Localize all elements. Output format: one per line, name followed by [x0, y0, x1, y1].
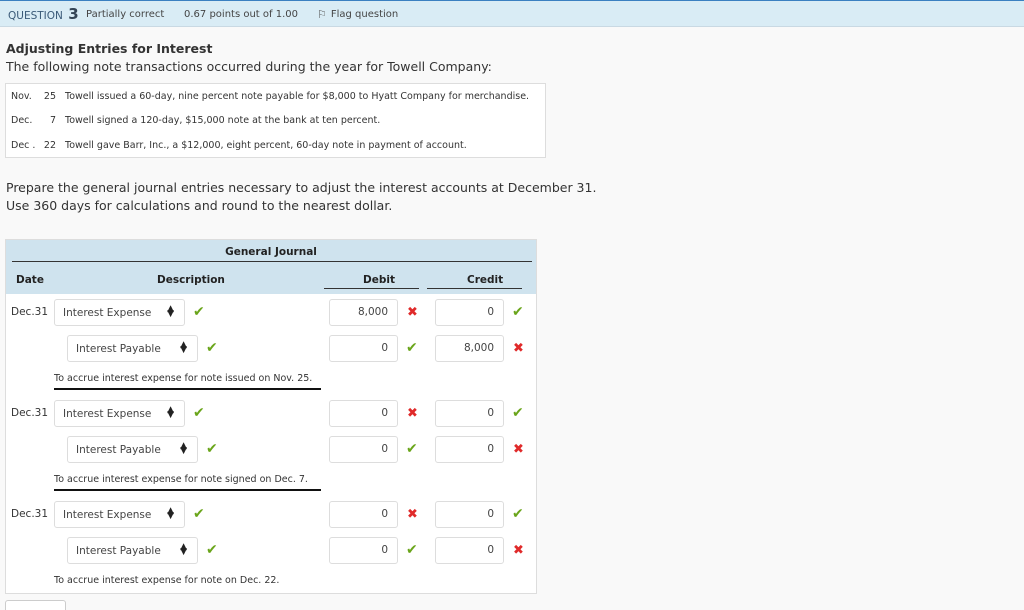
select-arrows-icon: ▲ ▼: [180, 542, 187, 557]
correct-check-icon: ✔: [406, 542, 418, 558]
debit-rule: [324, 288, 419, 289]
account-select-debit[interactable]: Interest Expense ▲ ▼: [54, 400, 185, 427]
credit-rule: [427, 288, 522, 289]
account-select-credit[interactable]: Interest Payable ▲ ▼: [67, 537, 198, 564]
account-select-credit[interactable]: Interest Payable ▲ ▼: [67, 335, 198, 362]
entry-memo: To accrue interest expense for note on D…: [54, 575, 280, 586]
incorrect-x-icon: ✖: [407, 305, 418, 320]
correct-check-icon: ✔: [193, 506, 205, 522]
correct-check-icon: ✔: [406, 340, 418, 356]
note-text: Towell gave Barr, Inc., a $12,000, eight…: [65, 140, 467, 151]
account-select-value: Interest Payable: [76, 443, 161, 456]
credit-input[interactable]: 0: [435, 299, 504, 326]
debit-input[interactable]: 0: [329, 501, 398, 528]
general-journal: General Journal Date Description Debit C…: [5, 239, 537, 594]
select-arrows-icon: ▲ ▼: [167, 304, 174, 319]
account-select-debit[interactable]: Interest Expense ▲ ▼: [54, 501, 185, 528]
account-select-value: Interest Expense: [63, 508, 152, 521]
column-date: Date: [16, 274, 44, 286]
question-label-text: QUESTION: [8, 10, 63, 22]
column-debit: Debit: [363, 274, 395, 286]
journal-header: General Journal Date Description Debit C…: [6, 240, 536, 294]
entry-separator: [54, 489, 321, 491]
note-text: Towell issued a 60-day, nine percent not…: [65, 91, 530, 102]
journal-title: General Journal: [225, 246, 317, 258]
incorrect-x-icon: ✖: [407, 406, 418, 421]
journal-title-rule: [12, 261, 532, 262]
correct-check-icon: ✔: [206, 441, 218, 457]
note-day: 22: [43, 140, 56, 151]
correct-check-icon: ✔: [406, 441, 418, 457]
entry-separator: [54, 388, 321, 390]
question-points: 0.67 points out of 1.00: [184, 9, 298, 20]
account-select-value: Interest Expense: [63, 306, 152, 319]
question-number: 3: [68, 5, 79, 23]
problem-intro: The following note transactions occurred…: [6, 59, 492, 74]
credit-input[interactable]: 8,000: [435, 335, 504, 362]
question-header-bar: QUESTION 3 Partially correct 0.67 points…: [0, 0, 1024, 27]
question-label: QUESTION 3: [8, 5, 79, 23]
credit-input[interactable]: 0: [435, 436, 504, 463]
correct-check-icon: ✔: [512, 506, 524, 522]
correct-check-icon: ✔: [193, 304, 205, 320]
flag-question-label: Flag question: [330, 9, 399, 20]
account-select-credit[interactable]: Interest Payable ▲ ▼: [67, 436, 198, 463]
question-status: Partially correct: [86, 9, 165, 20]
correct-check-icon: ✔: [512, 304, 524, 320]
flag-icon: ⚐: [317, 8, 327, 21]
correct-check-icon: ✔: [206, 542, 218, 558]
notes-table: Nov. 25 Towell issued a 60-day, nine per…: [5, 83, 546, 158]
column-credit: Credit: [467, 274, 504, 286]
account-select-value: Interest Expense: [63, 407, 152, 420]
entry-memo: To accrue interest expense for note issu…: [54, 373, 313, 384]
correct-check-icon: ✔: [193, 405, 205, 421]
credit-input[interactable]: 0: [435, 400, 504, 427]
note-day: 25: [43, 91, 56, 102]
entry-date: Dec.31: [11, 508, 49, 520]
correct-check-icon: ✔: [206, 340, 218, 356]
debit-input[interactable]: 0: [329, 400, 398, 427]
account-select-value: Interest Payable: [76, 544, 161, 557]
column-description: Description: [157, 274, 225, 286]
select-arrows-icon: ▲ ▼: [180, 340, 187, 355]
select-arrows-icon: ▲ ▼: [180, 441, 187, 456]
account-select-value: Interest Payable: [76, 342, 161, 355]
correct-check-icon: ✔: [512, 405, 524, 421]
select-arrows-icon: ▲ ▼: [167, 506, 174, 521]
note-day: 7: [49, 115, 56, 126]
instructions-line-1: Prepare the general journal entries nece…: [6, 180, 597, 195]
debit-input[interactable]: 0: [329, 335, 398, 362]
entry-memo: To accrue interest expense for note sign…: [54, 474, 308, 485]
select-arrows-icon: ▲ ▼: [167, 405, 174, 420]
incorrect-x-icon: ✖: [407, 507, 418, 522]
account-select-debit[interactable]: Interest Expense ▲ ▼: [54, 299, 185, 326]
note-text: Towell signed a 120-day, $15,000 note at…: [65, 115, 381, 126]
instructions: Prepare the general journal entries nece…: [6, 179, 596, 215]
partial-button[interactable]: [5, 600, 66, 610]
incorrect-x-icon: ✖: [513, 341, 524, 356]
debit-input[interactable]: 8,000: [329, 299, 398, 326]
debit-input[interactable]: 0: [329, 537, 398, 564]
problem-title: Adjusting Entries for Interest: [6, 41, 213, 56]
flag-question-button[interactable]: ⚐ Flag question: [317, 8, 398, 21]
entry-date: Dec.31: [11, 407, 49, 419]
credit-input[interactable]: 0: [435, 501, 504, 528]
incorrect-x-icon: ✖: [513, 543, 524, 558]
debit-input[interactable]: 0: [329, 436, 398, 463]
credit-input[interactable]: 0: [435, 537, 504, 564]
instructions-line-2: Use 360 days for calculations and round …: [6, 198, 393, 213]
entry-date: Dec.31: [11, 306, 49, 318]
incorrect-x-icon: ✖: [513, 442, 524, 457]
